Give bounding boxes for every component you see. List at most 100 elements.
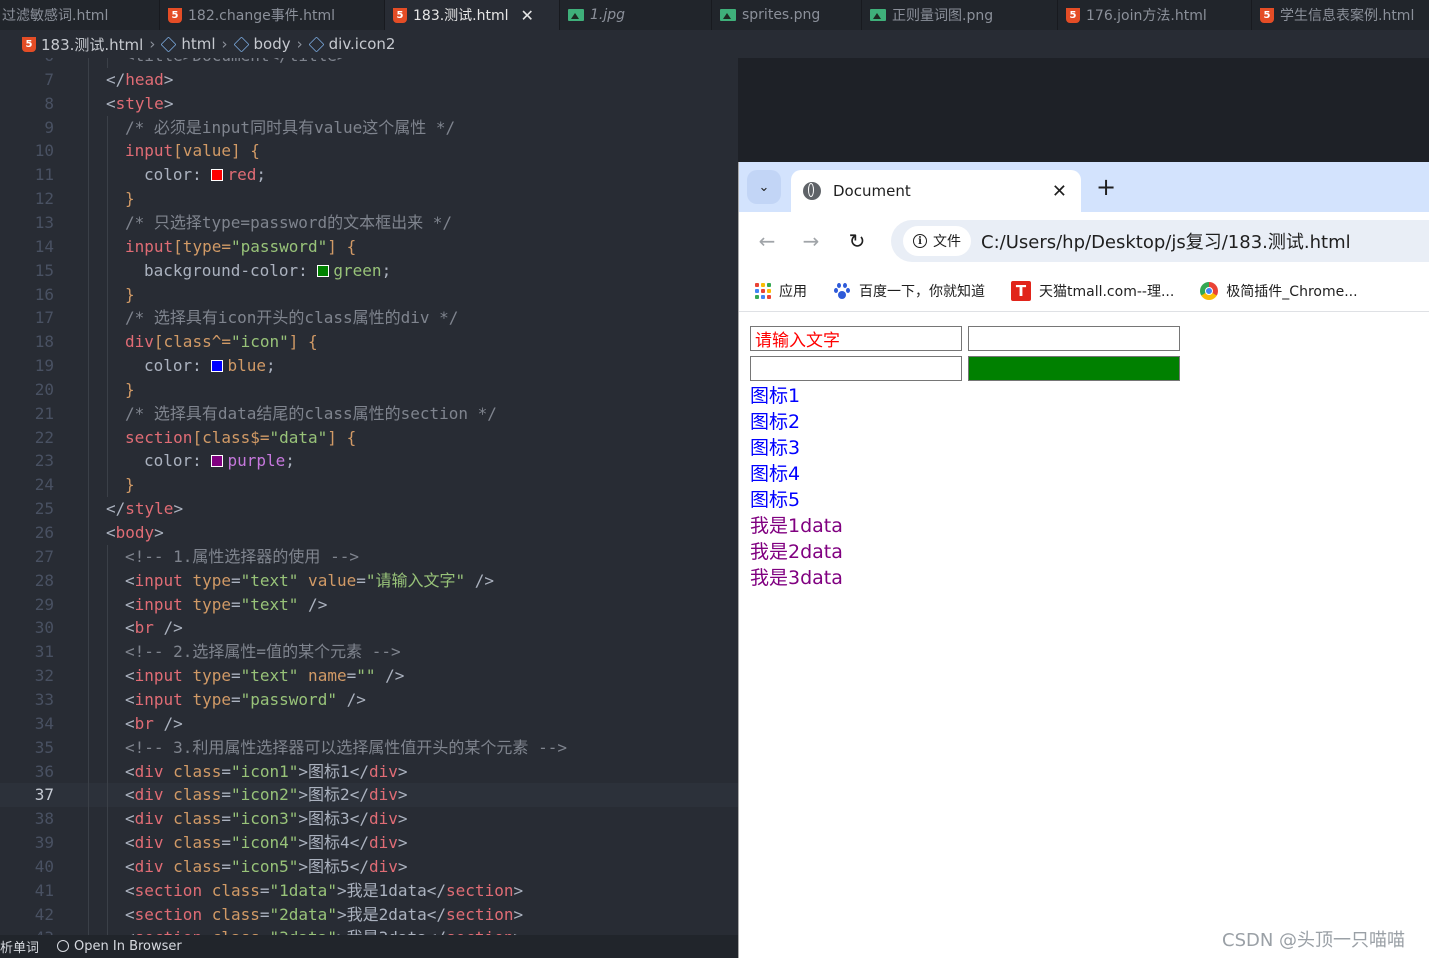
tab-search-button[interactable]: ⌄	[747, 170, 781, 204]
indent-guide	[88, 687, 89, 712]
back-button[interactable]: ←	[752, 226, 782, 256]
reload-button[interactable]: ↻	[842, 226, 872, 256]
code-line[interactable]: 38 <div class="icon3">图标3</div>	[0, 807, 738, 832]
password-input[interactable]	[968, 356, 1180, 381]
text-input[interactable]	[968, 326, 1180, 351]
address-bar[interactable]: i 文件 C:/Users/hp/Desktop/js复习/183.测试.htm…	[891, 220, 1429, 262]
code-line[interactable]: 42 <section class="2data">我是2data</sectio…	[0, 902, 738, 927]
editor-tab[interactable]: 1.jpg	[560, 0, 712, 30]
close-icon[interactable]: ✕	[521, 6, 534, 25]
bookmark-item[interactable]: 百度一下，你就知道	[833, 281, 985, 301]
code-line[interactable]: 35 <!-- 3.利用属性选择器可以选择属性值开头的某个元素 -->	[0, 735, 738, 760]
code-line[interactable]: 22 section[class$="data"] {	[0, 425, 738, 450]
code-text: }	[125, 187, 135, 211]
code-token: >	[513, 904, 524, 924]
editor-tab[interactable]: 5 学生信息表案例.html	[1252, 0, 1429, 30]
breadcrumb-item[interactable]: 5 183.测试.html	[22, 34, 143, 55]
forward-button[interactable]: →	[796, 226, 826, 256]
code-line[interactable]: 20}	[0, 377, 738, 402]
bookmark-item[interactable]: T 天猫tmall.com--理...	[1011, 280, 1174, 301]
code-line[interactable]: 24}	[0, 473, 738, 498]
code-line[interactable]: 17 /* 选择具有icon开头的class属性的div */	[0, 306, 738, 331]
code-line[interactable]: 14 input[type="password"] {	[0, 234, 738, 259]
page-viewport: 图标1 图标2 图标3 图标4 图标5 我是1data 我是2data 我是3data	[739, 312, 1429, 958]
bookmark-item[interactable]: 应用	[755, 281, 807, 301]
code-line[interactable]: 36 <div class="icon1">图标1</div>	[0, 759, 738, 784]
open-in-browser-button[interactable]: Open In Browser	[57, 939, 182, 954]
code-text: }	[125, 473, 135, 497]
code-token: div	[134, 809, 164, 829]
site-info-chip[interactable]: i 文件	[903, 226, 971, 256]
code-token: =	[221, 809, 231, 829]
code-line[interactable]: 34 <br />	[0, 711, 738, 736]
breadcrumb-item[interactable]: html	[160, 35, 216, 53]
code-token: "icon3"	[230, 809, 299, 829]
bookmark-item[interactable]: 极简插件_Chrome...	[1200, 281, 1358, 301]
code-line[interactable]: 23 color: purple;	[0, 449, 738, 474]
code-line[interactable]: 13 /* 只选择type=password的文本框出来 */	[0, 210, 738, 235]
code-line[interactable]: 12}	[0, 187, 738, 212]
code-editor[interactable]: 6<title>Document</title>7</head>8<style>…	[0, 58, 738, 935]
code-line[interactable]: 25 </style>	[0, 497, 738, 522]
code-token: }	[125, 475, 135, 495]
editor-tab[interactable]: sprites.png	[712, 0, 862, 30]
close-icon[interactable]: ✕	[1052, 181, 1067, 202]
breadcrumb-item[interactable]: div.icon2	[308, 35, 395, 53]
code-token: div	[368, 809, 398, 829]
code-line[interactable]: 31 <!-- 2.选择属性=值的某个元素 -->	[0, 640, 738, 665]
code-line[interactable]: 10 input[value] {	[0, 139, 738, 164]
code-line[interactable]: 32 <input type="text" name="" />	[0, 664, 738, 689]
new-tab-button[interactable]: +	[1091, 172, 1121, 202]
browser-tab-document[interactable]: Document ✕	[791, 170, 1081, 212]
code-line[interactable]: 8 <style>	[0, 91, 738, 116]
code-token: red	[227, 165, 257, 185]
image-icon	[870, 9, 886, 21]
code-line[interactable]: 28 <input type="text" value="请输入文字" />	[0, 568, 738, 593]
code-line[interactable]: 16}	[0, 282, 738, 307]
indent-guide	[88, 854, 89, 879]
code-token: section	[134, 904, 203, 924]
code-line[interactable]: 7 </head>	[0, 67, 738, 92]
code-line[interactable]: 40 <div class="icon5">图标5</div>	[0, 854, 738, 879]
bookmark-label: 极简插件_Chrome...	[1226, 283, 1358, 300]
code-line[interactable]: 37 <div class="icon2">图标2</div>	[0, 783, 738, 808]
code-line[interactable]: 33 <input type="password" />	[0, 687, 738, 712]
editor-tab[interactable]: 5 176.join方法.html	[1058, 0, 1252, 30]
code-line[interactable]: 6 <title>Document</title>	[0, 58, 738, 68]
code-line[interactable]: 11 color: red;	[0, 163, 738, 188]
indent-guide	[88, 115, 89, 140]
code-text: <!-- 2.选择属性=值的某个元素 -->	[125, 640, 401, 664]
text-input-name[interactable]	[750, 356, 962, 381]
editor-tab[interactable]: 过滤敏感词.html	[0, 0, 160, 30]
code-text: </style>	[106, 497, 183, 521]
code-line[interactable]: 26 <body>	[0, 521, 738, 545]
tmall-icon: T	[1011, 280, 1031, 301]
code-line[interactable]: 41 <section class="1data">我是1data</sectio…	[0, 878, 738, 903]
code-line[interactable]: 21 /* 选择具有data结尾的class属性的section */	[0, 401, 738, 426]
line-number: 15	[34, 260, 54, 280]
data-section: 我是3data	[750, 567, 843, 589]
code-token: >我是1data</	[336, 880, 447, 900]
code-token: ""	[356, 666, 376, 686]
code-token: section	[446, 880, 514, 900]
breadcrumb-item[interactable]: body	[233, 35, 291, 53]
code-line[interactable]: 15 background-color: green;	[0, 258, 738, 283]
text-input-with-value[interactable]	[750, 326, 962, 351]
indent-guide	[88, 330, 89, 355]
code-line[interactable]: 39 <div class="icon4">图标4</div>	[0, 831, 738, 856]
editor-tab[interactable]: 5 182.change事件.html	[160, 0, 385, 30]
line-number: 23	[34, 451, 54, 471]
code-token: class	[163, 856, 222, 876]
code-line[interactable]: 27 <!-- 1.属性选择器的使用 -->	[0, 544, 738, 569]
code-line[interactable]: 19 color: blue;	[0, 354, 738, 379]
code-line[interactable]: 18 div[class^="icon"] {	[0, 330, 738, 355]
code-line[interactable]: 43 <section class="3data">我是3data</sectio…	[0, 926, 738, 935]
code-text: /* 必须是input同时具有value这个属性 */	[125, 116, 455, 140]
code-token: input	[134, 666, 183, 686]
indent-guide	[88, 210, 89, 235]
code-line[interactable]: 30 <br />	[0, 616, 738, 641]
code-line[interactable]: 9 /* 必须是input同时具有value这个属性 */	[0, 115, 738, 140]
editor-tab[interactable]: 5 183.测试.html ✕	[385, 0, 560, 30]
code-line[interactable]: 29 <input type="text" />	[0, 592, 738, 617]
editor-tab[interactable]: 正则量词图.png	[862, 0, 1058, 30]
